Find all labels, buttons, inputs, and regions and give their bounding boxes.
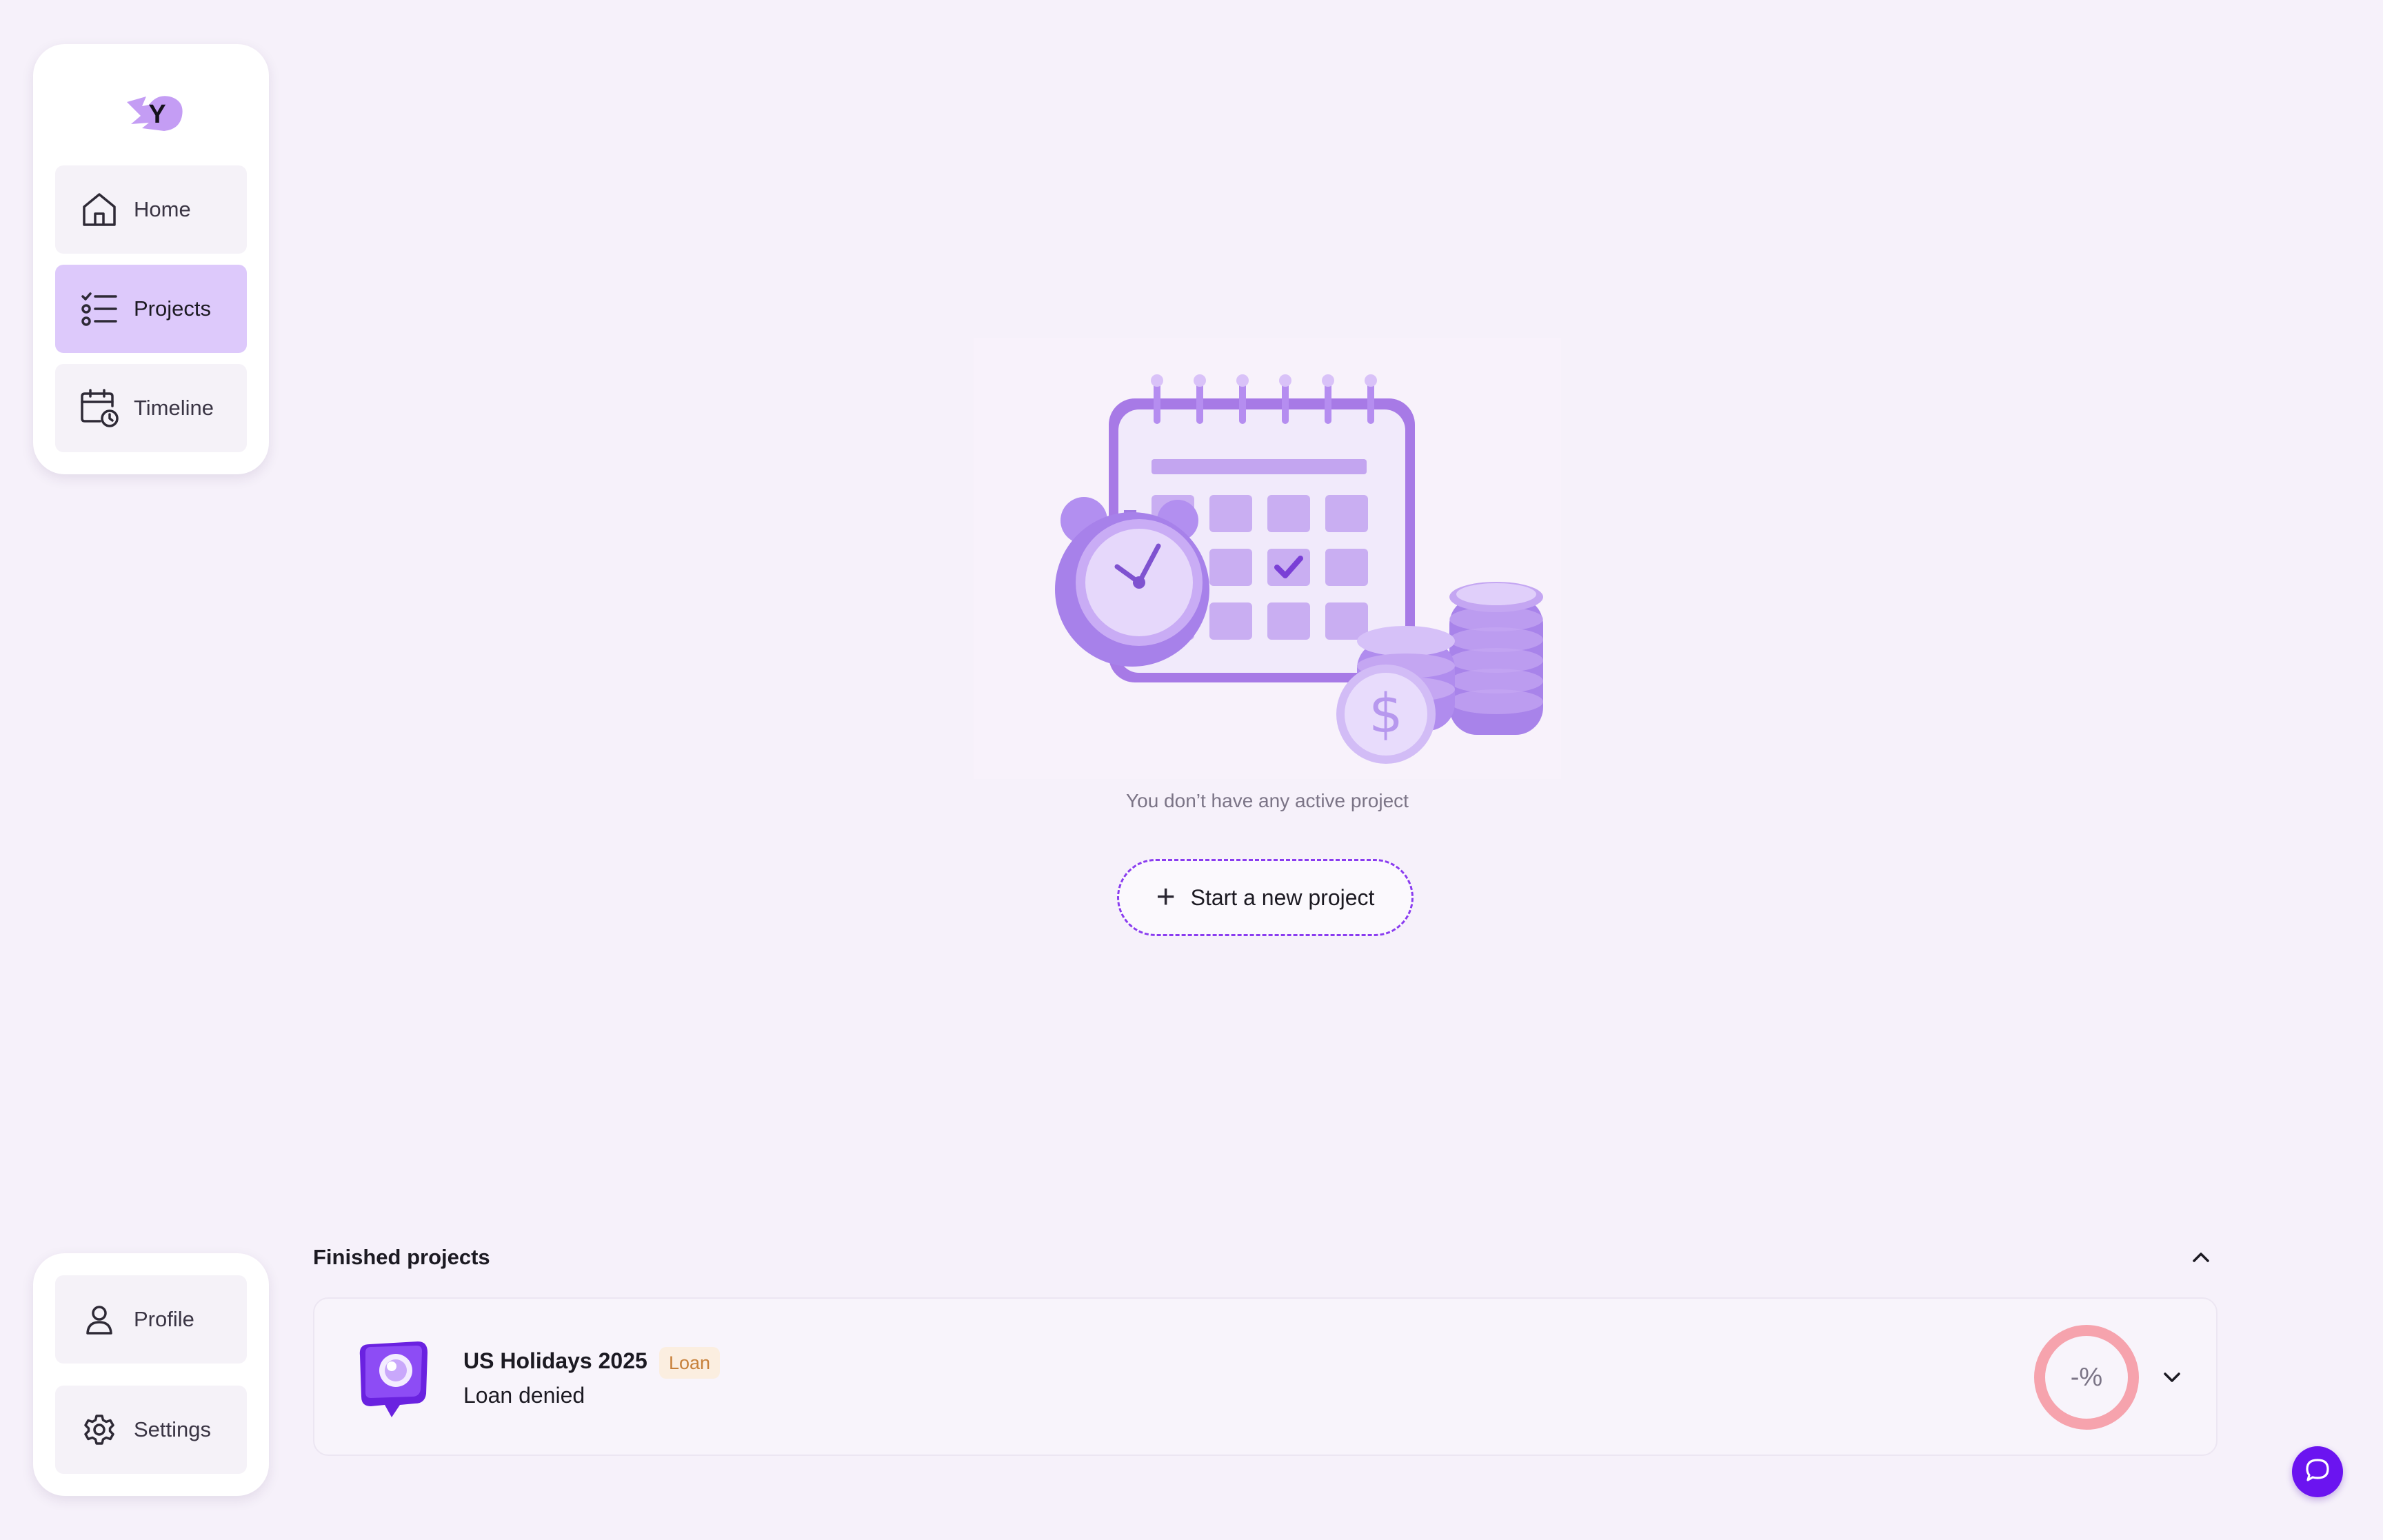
sidebar-item-label: Projects: [134, 296, 211, 321]
project-icon: [350, 1335, 436, 1420]
chevron-down-icon[interactable]: [2157, 1362, 2187, 1392]
sidebar-item-projects[interactable]: Projects: [55, 265, 247, 353]
progress-ring: -%: [2034, 1325, 2139, 1430]
calendar-clock-coins-illustration: $: [974, 338, 1561, 779]
chat-bubble-icon: [2304, 1457, 2331, 1488]
calendar-clock-icon: [79, 387, 120, 429]
project-status: Loan denied: [463, 1383, 585, 1408]
gear-icon: [79, 1409, 120, 1450]
sidebar-item-settings[interactable]: Settings: [55, 1386, 247, 1474]
logo[interactable]: Y: [121, 84, 190, 139]
logo-letter: Y: [148, 100, 165, 129]
sidebar-item-label: Home: [134, 197, 191, 221]
plus-icon: +: [1156, 879, 1176, 915]
start-new-project-button[interactable]: + Start a new project: [1117, 859, 1414, 936]
home-icon: [79, 189, 120, 230]
sidebar-item-profile[interactable]: Profile: [55, 1275, 247, 1364]
sidebar-item-home[interactable]: Home: [55, 165, 247, 254]
sidebar-item-label: Settings: [134, 1417, 212, 1441]
chat-button[interactable]: [2292, 1446, 2343, 1497]
checklist-icon: [79, 288, 120, 330]
sidebar-nav: Y Home Projects Timeline: [33, 44, 269, 474]
finished-projects-title: Finished projects: [313, 1245, 490, 1269]
svg-text:$: $: [1369, 683, 1403, 745]
user-icon: [79, 1299, 120, 1340]
project-card[interactable]: US Holidays 2025 Loan Loan denied -%: [313, 1297, 2218, 1456]
project-name: US Holidays 2025: [463, 1348, 647, 1373]
empty-state-message: You don’t have any active project: [1126, 790, 1409, 811]
project-type-badge: Loan: [659, 1347, 721, 1379]
app-root: Y Home Projects Timeline Profile Setting…: [0, 0, 2383, 1540]
chevron-up-icon[interactable]: [2186, 1242, 2216, 1273]
sidebar-item-timeline[interactable]: Timeline: [55, 364, 247, 452]
sidebar-item-label: Profile: [134, 1307, 194, 1331]
sidebar-account: Profile Settings: [33, 1253, 269, 1496]
progress-text: -%: [2070, 1362, 2103, 1392]
sidebar-item-label: Timeline: [134, 396, 214, 420]
start-new-project-label: Start a new project: [1190, 884, 1375, 910]
